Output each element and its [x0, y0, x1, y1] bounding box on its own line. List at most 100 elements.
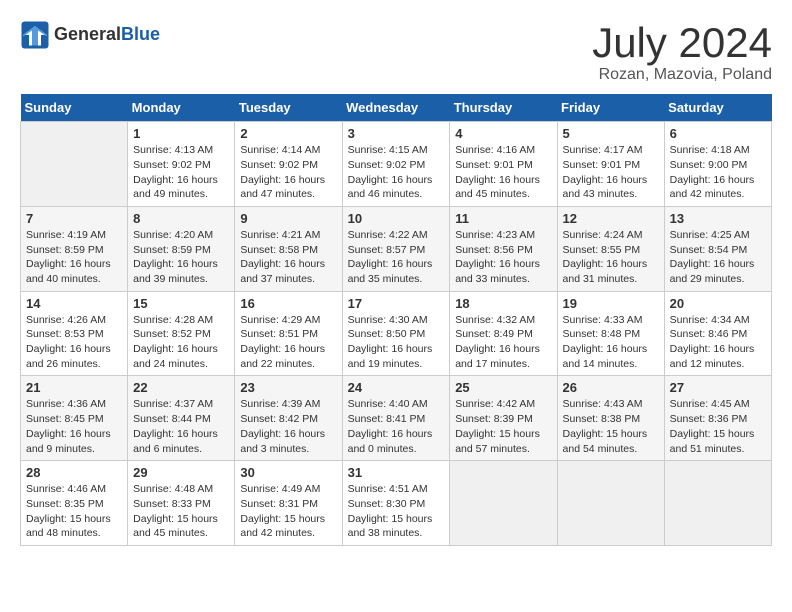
calendar-cell: 27 Sunrise: 4:45 AM Sunset: 8:36 PM Dayli…	[664, 376, 771, 461]
calendar-cell: 18 Sunrise: 4:32 AM Sunset: 8:49 PM Dayli…	[450, 291, 557, 376]
day-number: 16	[240, 296, 336, 311]
calendar-cell: 19Sunrise: 4:33 AM Sunset: 8:48 PM Dayli…	[557, 291, 664, 376]
calendar-cell: 28 Sunrise: 4:46 AM Sunset: 8:35 PM Dayli…	[21, 461, 128, 546]
day-number: 27	[670, 380, 766, 395]
day-info: Sunrise: 4:51 AM Sunset: 8:30 PM Dayligh…	[348, 482, 445, 541]
day-info: Sunrise: 4:45 AM Sunset: 8:36 PM Dayligh…	[670, 397, 766, 456]
day-info: Sunrise: 4:36 AM Sunset: 8:45 PM Dayligh…	[26, 397, 122, 456]
calendar-week-4: 21 Sunrise: 4:36 AM Sunset: 8:45 PM Dayli…	[21, 376, 772, 461]
day-number: 25	[455, 380, 551, 395]
calendar-cell: 4 Sunrise: 4:16 AM Sunset: 9:01 PM Daylig…	[450, 122, 557, 207]
day-info: Sunrise: 4:28 AM Sunset: 8:52 PM Dayligh…	[133, 313, 229, 372]
calendar-cell: 22 Sunrise: 4:37 AM Sunset: 8:44 PM Dayli…	[128, 376, 235, 461]
calendar-cell: 3 Sunrise: 4:15 AM Sunset: 9:02 PM Daylig…	[342, 122, 450, 207]
day-number: 7	[26, 211, 122, 226]
day-info: Sunrise: 4:33 AM Sunset: 8:48 PM Dayligh…	[563, 313, 659, 372]
day-info: Sunrise: 4:42 AM Sunset: 8:39 PM Dayligh…	[455, 397, 551, 456]
day-number: 15	[133, 296, 229, 311]
day-info: Sunrise: 4:37 AM Sunset: 8:44 PM Dayligh…	[133, 397, 229, 456]
day-info: Sunrise: 4:20 AM Sunset: 8:59 PM Dayligh…	[133, 228, 229, 287]
day-info: Sunrise: 4:34 AM Sunset: 8:46 PM Dayligh…	[670, 313, 766, 372]
calendar-cell: 30 Sunrise: 4:49 AM Sunset: 8:31 PM Dayli…	[235, 461, 342, 546]
day-number: 3	[348, 126, 445, 141]
day-info: Sunrise: 4:24 AM Sunset: 8:55 PM Dayligh…	[563, 228, 659, 287]
day-number: 6	[670, 126, 766, 141]
weekday-header-saturday: Saturday	[664, 94, 771, 122]
day-info: Sunrise: 4:29 AM Sunset: 8:51 PM Dayligh…	[240, 313, 336, 372]
weekday-header-friday: Friday	[557, 94, 664, 122]
day-number: 13	[670, 211, 766, 226]
day-info: Sunrise: 4:46 AM Sunset: 8:35 PM Dayligh…	[26, 482, 122, 541]
calendar-cell: 24Sunrise: 4:40 AM Sunset: 8:41 PM Dayli…	[342, 376, 450, 461]
calendar-week-1: 1Sunrise: 4:13 AM Sunset: 9:02 PM Daylig…	[21, 122, 772, 207]
calendar-cell: 7 Sunrise: 4:19 AM Sunset: 8:59 PM Daylig…	[21, 206, 128, 291]
calendar-cell: 5Sunrise: 4:17 AM Sunset: 9:01 PM Daylig…	[557, 122, 664, 207]
day-number: 18	[455, 296, 551, 311]
calendar-cell: 23Sunrise: 4:39 AM Sunset: 8:42 PM Dayli…	[235, 376, 342, 461]
calendar-cell: 15 Sunrise: 4:28 AM Sunset: 8:52 PM Dayli…	[128, 291, 235, 376]
calendar-week-3: 14Sunrise: 4:26 AM Sunset: 8:53 PM Dayli…	[21, 291, 772, 376]
day-number: 2	[240, 126, 336, 141]
day-info: Sunrise: 4:39 AM Sunset: 8:42 PM Dayligh…	[240, 397, 336, 456]
logo-general: GeneralBlue	[54, 25, 160, 45]
day-number: 28	[26, 465, 122, 480]
day-info: Sunrise: 4:32 AM Sunset: 8:49 PM Dayligh…	[455, 313, 551, 372]
calendar-cell: 6 Sunrise: 4:18 AM Sunset: 9:00 PM Daylig…	[664, 122, 771, 207]
calendar-cell: 8 Sunrise: 4:20 AM Sunset: 8:59 PM Daylig…	[128, 206, 235, 291]
day-info: Sunrise: 4:15 AM Sunset: 9:02 PM Dayligh…	[348, 143, 445, 202]
calendar-cell: 13 Sunrise: 4:25 AM Sunset: 8:54 PM Dayli…	[664, 206, 771, 291]
day-number: 24	[348, 380, 445, 395]
calendar-cell: 16 Sunrise: 4:29 AM Sunset: 8:51 PM Dayli…	[235, 291, 342, 376]
day-number: 9	[240, 211, 336, 226]
day-info: Sunrise: 4:30 AM Sunset: 8:50 PM Dayligh…	[348, 313, 445, 372]
calendar-cell: 25 Sunrise: 4:42 AM Sunset: 8:39 PM Dayli…	[450, 376, 557, 461]
day-number: 4	[455, 126, 551, 141]
day-number: 31	[348, 465, 445, 480]
calendar-cell: 20 Sunrise: 4:34 AM Sunset: 8:46 PM Dayli…	[664, 291, 771, 376]
calendar-cell: 9 Sunrise: 4:21 AM Sunset: 8:58 PM Daylig…	[235, 206, 342, 291]
calendar-cell: 10Sunrise: 4:22 AM Sunset: 8:57 PM Dayli…	[342, 206, 450, 291]
day-info: Sunrise: 4:21 AM Sunset: 8:58 PM Dayligh…	[240, 228, 336, 287]
calendar-cell: 17 Sunrise: 4:30 AM Sunset: 8:50 PM Dayli…	[342, 291, 450, 376]
day-number: 22	[133, 380, 229, 395]
title-section: July 2024 Rozan, Mazovia, Poland	[592, 20, 772, 84]
calendar-cell: 29Sunrise: 4:48 AM Sunset: 8:33 PM Dayli…	[128, 461, 235, 546]
weekday-header-tuesday: Tuesday	[235, 94, 342, 122]
day-number: 10	[348, 211, 445, 226]
location-subtitle: Rozan, Mazovia, Poland	[592, 66, 772, 84]
day-number: 8	[133, 211, 229, 226]
day-number: 17	[348, 296, 445, 311]
weekday-header-monday: Monday	[128, 94, 235, 122]
day-info: Sunrise: 4:13 AM Sunset: 9:02 PM Dayligh…	[133, 143, 229, 202]
weekday-header-row: SundayMondayTuesdayWednesdayThursdayFrid…	[21, 94, 772, 122]
weekday-header-wednesday: Wednesday	[342, 94, 450, 122]
page-header: GeneralBlue July 2024 Rozan, Mazovia, Po…	[20, 20, 772, 84]
day-info: Sunrise: 4:16 AM Sunset: 9:01 PM Dayligh…	[455, 143, 551, 202]
calendar-cell: 1Sunrise: 4:13 AM Sunset: 9:02 PM Daylig…	[128, 122, 235, 207]
weekday-header-thursday: Thursday	[450, 94, 557, 122]
day-info: Sunrise: 4:14 AM Sunset: 9:02 PM Dayligh…	[240, 143, 336, 202]
calendar-table: SundayMondayTuesdayWednesdayThursdayFrid…	[20, 94, 772, 546]
day-number: 21	[26, 380, 122, 395]
day-info: Sunrise: 4:49 AM Sunset: 8:31 PM Dayligh…	[240, 482, 336, 541]
day-info: Sunrise: 4:26 AM Sunset: 8:53 PM Dayligh…	[26, 313, 122, 372]
logo: GeneralBlue	[20, 20, 160, 50]
calendar-cell: 31 Sunrise: 4:51 AM Sunset: 8:30 PM Dayli…	[342, 461, 450, 546]
calendar-cell: 2 Sunrise: 4:14 AM Sunset: 9:02 PM Daylig…	[235, 122, 342, 207]
day-number: 11	[455, 211, 551, 226]
day-number: 26	[563, 380, 659, 395]
day-info: Sunrise: 4:19 AM Sunset: 8:59 PM Dayligh…	[26, 228, 122, 287]
calendar-cell	[557, 461, 664, 546]
calendar-cell	[450, 461, 557, 546]
logo-icon	[20, 20, 50, 50]
day-number: 20	[670, 296, 766, 311]
day-info: Sunrise: 4:43 AM Sunset: 8:38 PM Dayligh…	[563, 397, 659, 456]
day-info: Sunrise: 4:18 AM Sunset: 9:00 PM Dayligh…	[670, 143, 766, 202]
calendar-week-5: 28 Sunrise: 4:46 AM Sunset: 8:35 PM Dayli…	[21, 461, 772, 546]
calendar-cell	[21, 122, 128, 207]
calendar-cell: 26 Sunrise: 4:43 AM Sunset: 8:38 PM Dayli…	[557, 376, 664, 461]
day-number: 5	[563, 126, 659, 141]
day-number: 30	[240, 465, 336, 480]
day-info: Sunrise: 4:25 AM Sunset: 8:54 PM Dayligh…	[670, 228, 766, 287]
day-info: Sunrise: 4:48 AM Sunset: 8:33 PM Dayligh…	[133, 482, 229, 541]
